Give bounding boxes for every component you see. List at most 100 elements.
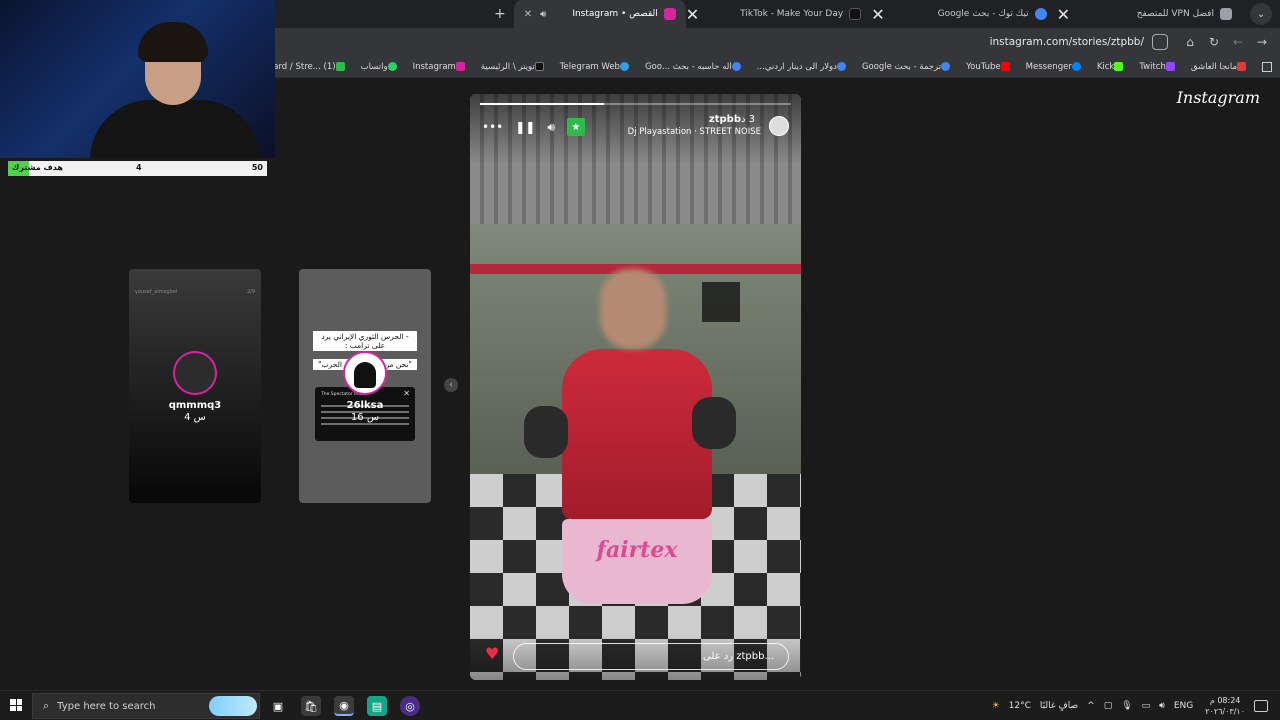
audio-playing-icon[interactable]: 🔊︎ bbox=[540, 9, 546, 20]
pause-icon[interactable]: ❚❚ bbox=[515, 120, 535, 134]
app-icon[interactable]: ▤ bbox=[367, 696, 387, 716]
tab-title: أفضل VPN للمتصفح bbox=[1136, 9, 1214, 19]
store-icon[interactable]: 🛍︎ bbox=[301, 696, 321, 716]
story-progress-fill bbox=[480, 103, 605, 105]
active-story[interactable]: fairtex ••• ❚❚ 🔊︎ ★ ztpbb 3 د Dj Playast… bbox=[470, 94, 801, 680]
close-tab-icon[interactable]: ✕ bbox=[1057, 5, 1070, 24]
right-boxing-glove bbox=[692, 397, 736, 449]
forward-arrow-icon[interactable]: ← bbox=[1226, 30, 1250, 54]
more-options-icon[interactable]: ••• bbox=[482, 120, 503, 134]
volume-icon[interactable]: 🔊︎ bbox=[1159, 701, 1165, 711]
reply-input[interactable] bbox=[513, 643, 789, 670]
bookmark-label: Twitch bbox=[1139, 61, 1166, 72]
tab-vpn[interactable]: أفضل VPN للمتصفح bbox=[1070, 0, 1242, 28]
home-icon[interactable]: ⌂ bbox=[1178, 30, 1202, 54]
tab-search-chevron-icon[interactable]: ⌄ bbox=[1250, 3, 1272, 25]
x-logo-icon: ✕ bbox=[403, 389, 410, 398]
task-view-icon[interactable]: ▣ bbox=[268, 696, 288, 716]
story-music[interactable]: Dj Playastation · STREET NOISE bbox=[628, 127, 761, 137]
story-caption: - الحرس الثوري الإيراني يرد على ترامب : bbox=[313, 331, 417, 351]
taskbar-search[interactable]: ⌕ Type here to search bbox=[32, 693, 260, 719]
messenger-icon bbox=[1071, 62, 1081, 71]
clock[interactable]: 08:24 م ٢٠٢٦/٠٣/١٠ bbox=[1205, 695, 1245, 717]
new-tab-button[interactable]: + bbox=[494, 6, 506, 22]
story-user-row: ztpbb 3 د bbox=[628, 114, 761, 125]
story-controls: ••• ❚❚ 🔊︎ ★ bbox=[482, 118, 585, 136]
weather-temp[interactable]: 12°C bbox=[1009, 701, 1031, 711]
site-settings-icon[interactable] bbox=[1152, 34, 1168, 50]
bookmark-label: Instagram bbox=[412, 61, 456, 72]
show-hidden-icons-chevron-icon[interactable]: ^ bbox=[1087, 701, 1095, 711]
bookmark-favicon-icon bbox=[1237, 62, 1246, 71]
video-thumbnail-sticker bbox=[702, 282, 740, 322]
close-tab-icon[interactable]: ✕ bbox=[524, 9, 532, 20]
screen: ⌄ أفضل VPN للمتصفح ✕ تيك توك - بحث Googl… bbox=[0, 0, 1280, 720]
tab-google-search[interactable]: تيك توك - بحث Google bbox=[885, 0, 1057, 28]
bookmark-label: Kick bbox=[1096, 61, 1115, 72]
story-time: 16 س bbox=[350, 412, 380, 423]
bookmark-item[interactable]: Instagram bbox=[413, 62, 469, 72]
bookmark-item[interactable]: YouTube bbox=[966, 62, 1014, 72]
preview-header-time: 2/9 bbox=[246, 289, 255, 295]
bookmark-item[interactable]: تويتر \ الرئيسية bbox=[481, 62, 548, 72]
avatar-silhouette bbox=[354, 362, 376, 388]
previous-story-chevron-icon[interactable]: ‹ bbox=[444, 378, 458, 392]
windows-start-icon[interactable] bbox=[10, 699, 22, 711]
instagram-logo[interactable]: Instagram bbox=[1177, 88, 1260, 107]
close-friends-star-icon: ★ bbox=[566, 118, 585, 136]
goal-target: 50 bbox=[251, 163, 263, 172]
weather-text[interactable]: صافٍ غالبًا bbox=[1040, 701, 1078, 711]
tab-tiktok[interactable]: TikTok - Make Your Day bbox=[699, 0, 871, 28]
telegram-icon bbox=[619, 62, 629, 71]
weather-icon[interactable]: ☀︎ bbox=[992, 701, 1000, 711]
google-icon bbox=[836, 62, 846, 71]
search-highlight-image bbox=[209, 696, 257, 716]
chrome-icon[interactable]: ◉ bbox=[334, 696, 354, 716]
heart-icon[interactable]: ♥ bbox=[485, 644, 499, 663]
story-preview-qmmmq3[interactable]: yousef_almegbel 2/9 qmmmq3 4 س bbox=[129, 269, 261, 503]
system-tray: 08:24 م ٢٠٢٦/٠٣/١٠ ENG 🔊︎ ▭ 🎙︎ ▢ ^ صافٍ … bbox=[983, 691, 1268, 720]
tab-favicon-icon bbox=[1220, 8, 1232, 20]
tray-app-icon[interactable]: ▢ bbox=[1104, 701, 1113, 711]
twitch-icon bbox=[1165, 62, 1175, 71]
reload-icon[interactable]: ↻ bbox=[1202, 30, 1226, 54]
notifications-icon[interactable] bbox=[1254, 700, 1268, 712]
bookmark-item[interactable]: Kick bbox=[1097, 62, 1128, 72]
close-tab-icon[interactable]: ✕ bbox=[686, 5, 699, 24]
bookmark-item[interactable]: ترجمة - بحث Google bbox=[862, 62, 954, 72]
story-preview-26lksa[interactable]: - الحرس الثوري الإيراني يرد على ترامب : … bbox=[299, 269, 431, 503]
bookmark-item[interactable]: Telegram Web bbox=[560, 62, 633, 72]
clock-time: 08:24 م bbox=[1209, 696, 1241, 705]
bookmark-label: Telegram Web bbox=[559, 61, 620, 72]
story-username: qmmmq3 bbox=[168, 400, 222, 411]
bookmark-item[interactable]: Twitch bbox=[1139, 62, 1179, 72]
obs-icon[interactable]: ◎ bbox=[400, 696, 420, 716]
fighter-shirt bbox=[562, 349, 712, 519]
bookmark-item[interactable]: Messenger bbox=[1026, 62, 1085, 72]
story-preview-header: yousef_almegbel 2/9 bbox=[135, 289, 255, 295]
whatsapp-icon bbox=[387, 62, 397, 71]
network-icon[interactable]: ▭ bbox=[1142, 701, 1151, 711]
back-arrow-icon[interactable]: → bbox=[1250, 30, 1274, 54]
bookmark-item[interactable]: دولار الى دينار اردني... bbox=[757, 62, 850, 72]
story-time: 4 س bbox=[184, 412, 206, 423]
story-username[interactable]: ztpbb bbox=[709, 114, 741, 125]
fighter-shorts: fairtex bbox=[562, 519, 712, 604]
microphone-icon[interactable]: 🎙︎ bbox=[1121, 701, 1132, 711]
google-icon bbox=[731, 62, 741, 71]
bookmark-item[interactable]: واتساب bbox=[361, 62, 401, 72]
bookmark-label: مانجا العاشق bbox=[1190, 61, 1237, 72]
search-icon: ⌕ bbox=[43, 699, 50, 712]
bookmark-item[interactable]: اله حاسبه - بحث ...Goo bbox=[645, 62, 745, 72]
avatar[interactable] bbox=[769, 116, 789, 136]
volume-icon[interactable]: 🔊︎ bbox=[547, 120, 555, 135]
preview-header-user: yousef_almegbel bbox=[135, 289, 178, 295]
avatar bbox=[173, 351, 217, 395]
goal-label: هدف مشترك bbox=[12, 163, 63, 172]
apps-grid-icon[interactable] bbox=[1262, 61, 1272, 72]
language-indicator[interactable]: ENG bbox=[1174, 701, 1193, 711]
bookmark-item[interactable]: مانجا العاشق bbox=[1191, 62, 1250, 72]
close-tab-icon[interactable]: ✕ bbox=[871, 5, 884, 24]
address-bar[interactable]: instagram.com/stories/ztpbb/ bbox=[990, 31, 1144, 53]
tab-instagram-stories[interactable]: القصص • Instagram 🔊︎ ✕ bbox=[513, 0, 686, 28]
